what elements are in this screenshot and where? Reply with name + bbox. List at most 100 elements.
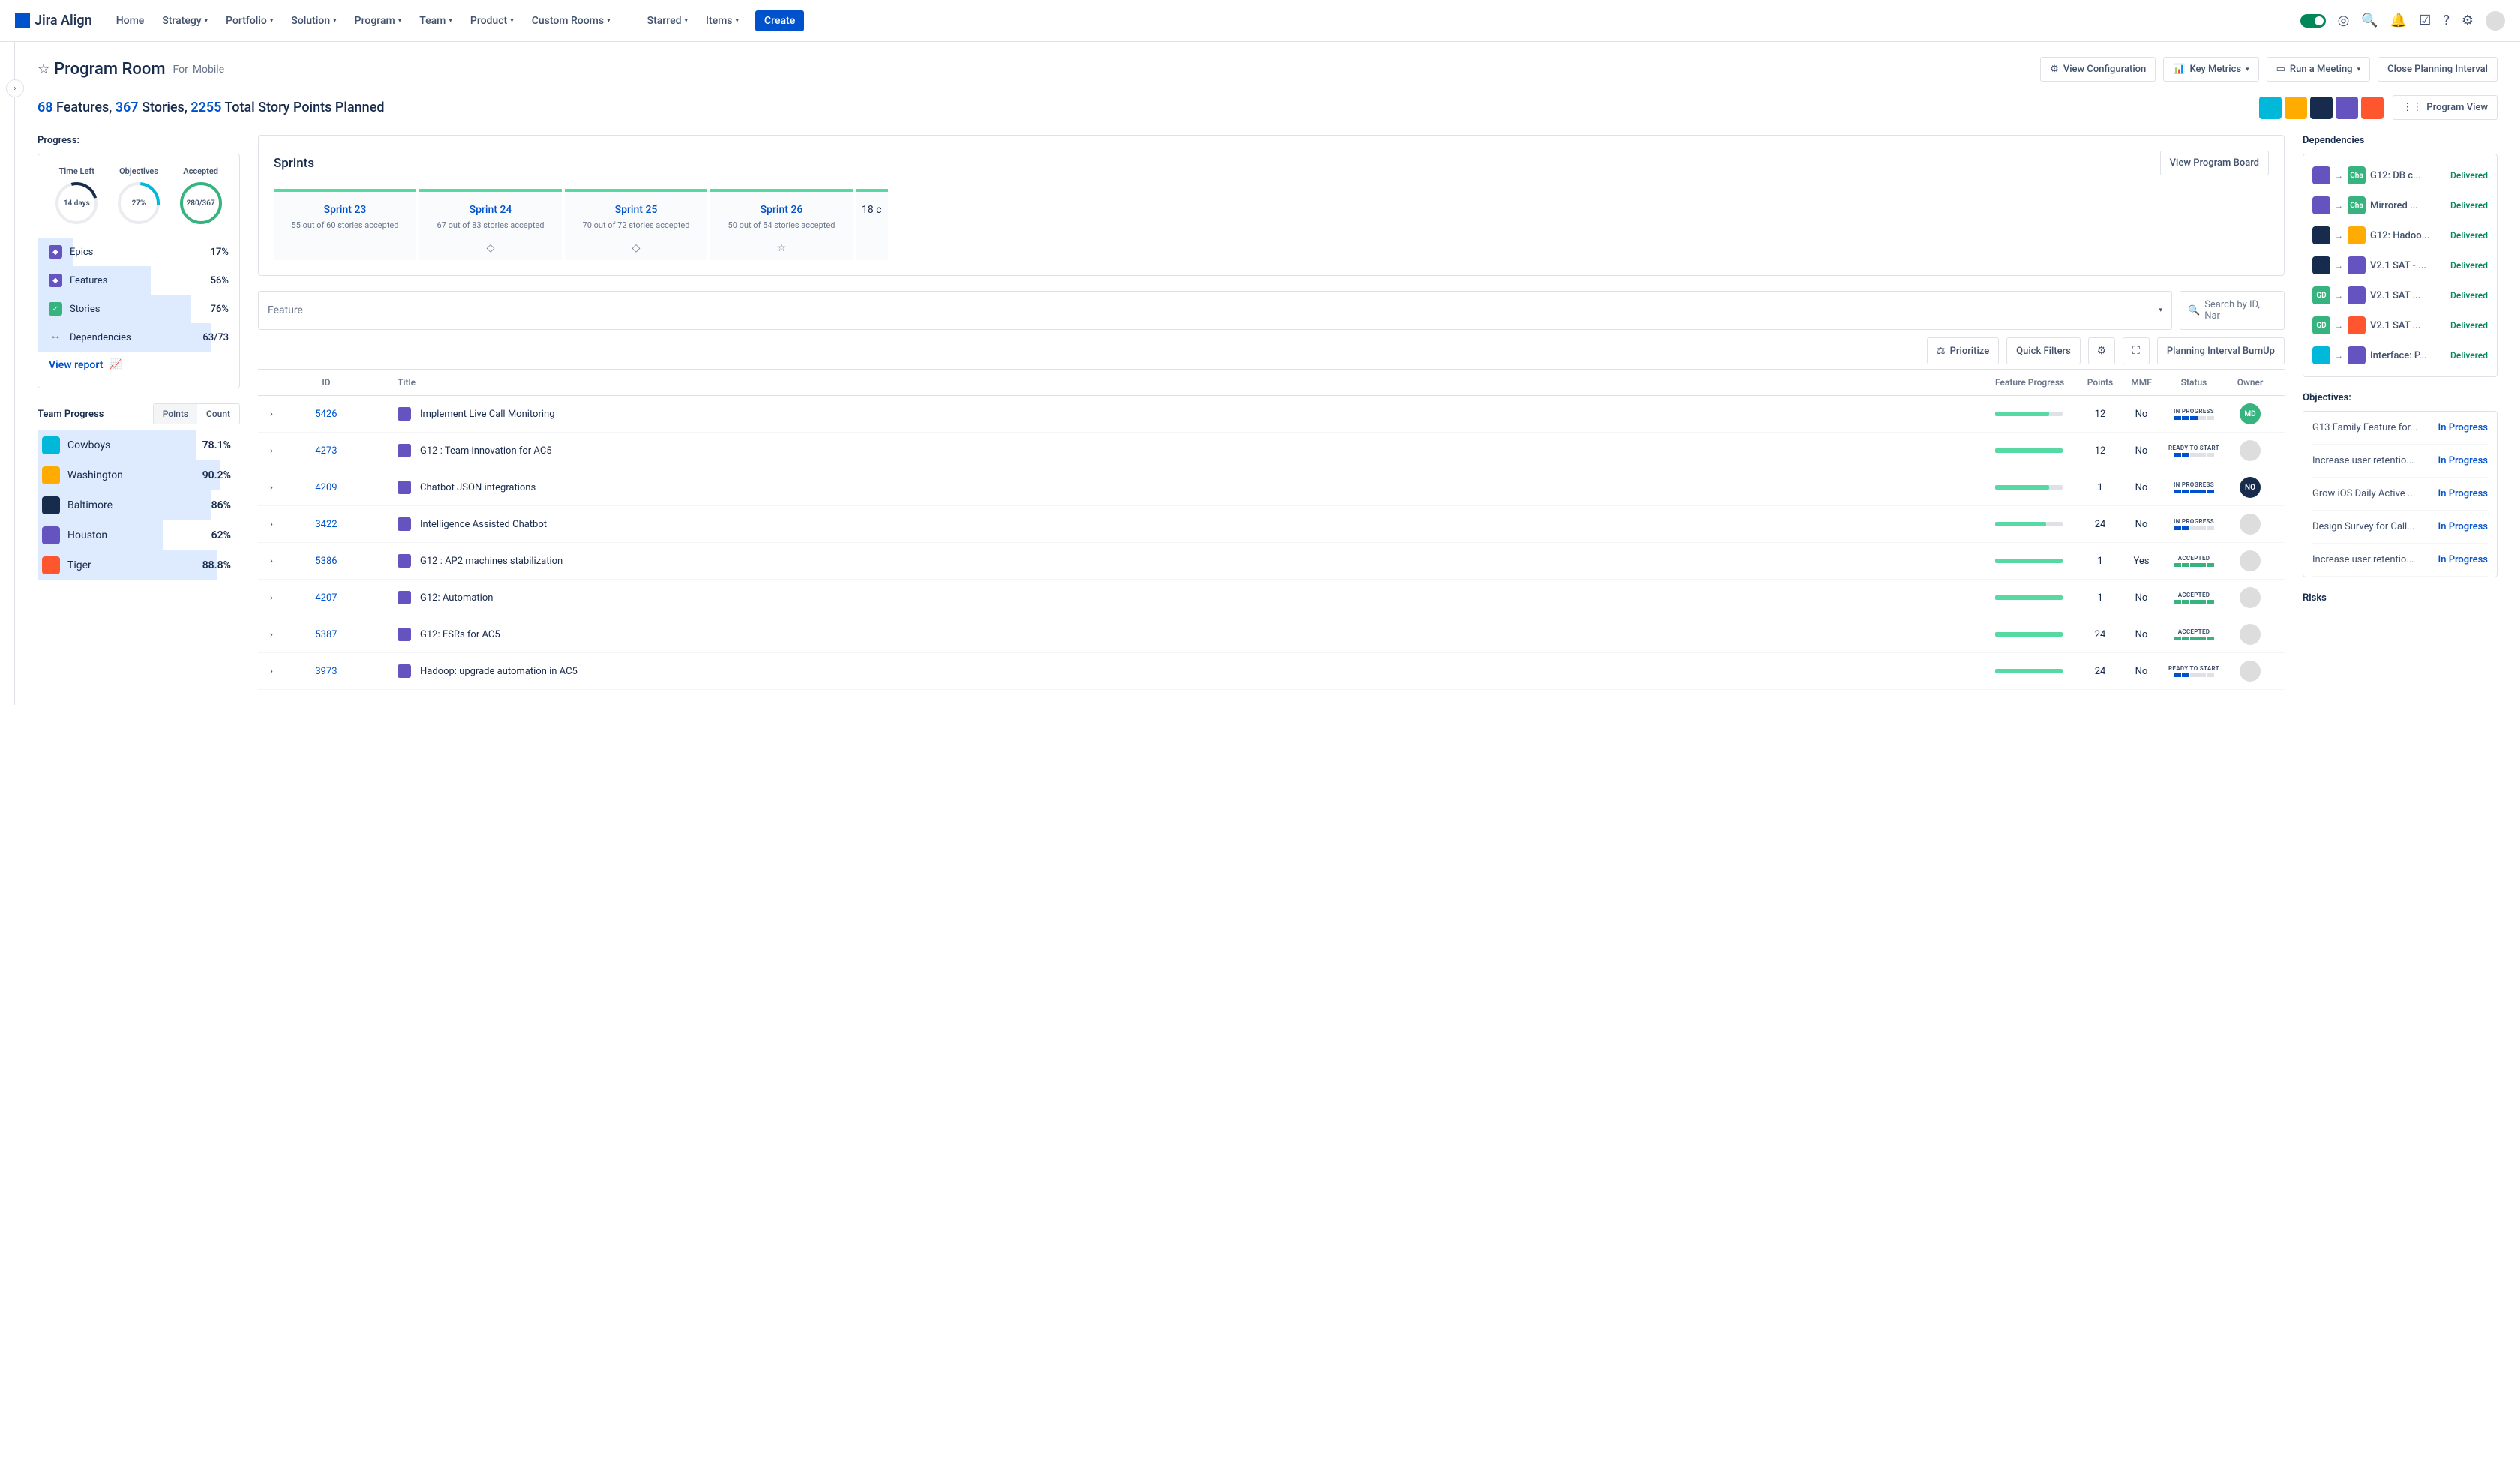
row-id-link[interactable]: 5386 (292, 556, 360, 567)
row-id-link[interactable]: 5387 (292, 629, 360, 640)
sprint-column[interactable]: Sprint 24 67 out of 83 stories accepted … (419, 189, 562, 260)
expand-sidebar-button[interactable]: › (6, 79, 24, 97)
expand-row-icon[interactable]: › (270, 592, 273, 604)
nav-home[interactable]: Home (109, 10, 152, 31)
dependency-row[interactable]: → G12: Hadoo... Delivered (2312, 220, 2488, 250)
dependency-row[interactable]: → Cha Mirrored ... Delivered (2312, 190, 2488, 220)
view-report-link[interactable]: View report📈 (38, 352, 239, 379)
search-input[interactable]: 🔍Search by ID, Nar (2180, 291, 2284, 330)
th-status[interactable]: Status (2160, 377, 2228, 388)
nav-custom-rooms[interactable]: Custom Rooms▾ (524, 10, 618, 31)
prioritize-button[interactable]: ⚖Prioritize (1927, 337, 1999, 364)
row-title[interactable]: Chatbot JSON integrations (420, 482, 536, 493)
expand-row-icon[interactable]: › (270, 409, 273, 420)
create-button[interactable]: Create (755, 10, 804, 31)
dependency-row[interactable]: GD → V2.1 SAT ... Delivered (2312, 310, 2488, 340)
feature-select[interactable]: Feature▾ (258, 291, 2172, 330)
row-id-link[interactable]: 4207 (292, 592, 360, 604)
nav-items[interactable]: Items▾ (698, 10, 746, 31)
team-row[interactable]: Washington 90.2% (38, 460, 240, 490)
quick-filters-button[interactable]: Quick Filters (2006, 337, 2080, 364)
th-id[interactable]: ID (292, 377, 360, 388)
expand-row-icon[interactable]: › (270, 556, 273, 567)
team-row[interactable]: Cowboys 78.1% (38, 430, 240, 460)
row-title[interactable]: G12 : Team innovation for AC5 (420, 445, 552, 457)
owner-avatar[interactable]: MD (2240, 403, 2260, 424)
sprint-link[interactable]: Sprint 24 (470, 204, 512, 216)
nav-strategy[interactable]: Strategy▾ (154, 10, 215, 31)
sprint-column[interactable]: Sprint 26 50 out of 54 stories accepted … (710, 189, 853, 260)
settings-icon[interactable]: ⚙ (2462, 13, 2474, 28)
row-id-link[interactable]: 4209 (292, 482, 360, 493)
row-id-link[interactable]: 5426 (292, 409, 360, 420)
stories-count[interactable]: 367 (116, 100, 139, 115)
features-count[interactable]: 68 (38, 100, 53, 115)
run-meeting-button[interactable]: ▭Run a Meeting▾ (2266, 57, 2371, 82)
sprint-column[interactable]: Sprint 25 70 out of 72 stories accepted … (565, 189, 707, 260)
nav-team[interactable]: Team▾ (412, 10, 460, 31)
th-points[interactable]: Points (2078, 377, 2122, 388)
progress-row-features[interactable]: ◆ Features 56% (38, 266, 239, 295)
objective-row[interactable]: Increase user retentio... In Progress (2312, 544, 2488, 577)
settings-icon-button[interactable]: ⚙ (2088, 337, 2115, 364)
team-row[interactable]: Houston 62% (38, 520, 240, 550)
objective-row[interactable]: Increase user retentio... In Progress (2312, 445, 2488, 478)
row-title[interactable]: Intelligence Assisted Chatbot (420, 519, 547, 530)
toggle-switch[interactable] (2300, 14, 2326, 28)
team-icon-baltimore[interactable] (2310, 97, 2332, 119)
sprint-link[interactable]: Sprint 25 (615, 204, 658, 216)
tab-points[interactable]: Points (154, 404, 197, 424)
view-program-board-button[interactable]: View Program Board (2160, 151, 2269, 175)
dependency-row[interactable]: → Cha G12: DB c... Delivered (2312, 160, 2488, 190)
nav-product[interactable]: Product▾ (463, 10, 521, 31)
checkbox-icon[interactable]: ☑ (2419, 13, 2431, 28)
dependency-row[interactable]: → Interface: P... Delivered (2312, 340, 2488, 370)
program-view-button[interactable]: ⋮⋮Program View (2392, 95, 2498, 120)
expand-row-icon[interactable]: › (270, 445, 273, 457)
objective-row[interactable]: G13 Family Feature for... In Progress (2312, 412, 2488, 445)
page-context[interactable]: Mobile (193, 64, 224, 76)
owner-avatar[interactable] (2240, 514, 2260, 535)
owner-avatar[interactable] (2240, 587, 2260, 608)
row-id-link[interactable]: 4273 (292, 445, 360, 457)
burnup-button[interactable]: Planning Interval BurnUp (2157, 337, 2284, 364)
expand-row-icon[interactable]: › (270, 666, 273, 677)
nav-starred[interactable]: Starred▾ (640, 10, 695, 31)
row-title[interactable]: Hadoop: upgrade automation in AC5 (420, 666, 578, 677)
nav-portfolio[interactable]: Portfolio▾ (218, 10, 280, 31)
progress-row-dependencies[interactable]: ⊶ Dependencies 63/73 (38, 323, 239, 352)
nav-solution[interactable]: Solution▾ (284, 10, 344, 31)
row-id-link[interactable]: 3422 (292, 519, 360, 530)
row-title[interactable]: Implement Live Call Monitoring (420, 409, 555, 420)
th-title[interactable]: Title (360, 377, 1995, 388)
row-title[interactable]: G12 : AP2 machines stabilization (420, 556, 562, 567)
objective-row[interactable]: Design Survey for Call... In Progress (2312, 511, 2488, 544)
th-progress[interactable]: Feature Progress (1995, 377, 2078, 388)
owner-avatar[interactable] (2240, 440, 2260, 461)
help-icon[interactable]: ? (2443, 13, 2450, 28)
team-icon-washington[interactable] (2284, 97, 2307, 119)
team-row[interactable]: Baltimore 86% (38, 490, 240, 520)
sprint-link[interactable]: Sprint 26 (760, 204, 803, 216)
close-planning-interval-button[interactable]: Close Planning Interval (2378, 57, 2498, 82)
search-icon[interactable]: 🔍 (2361, 13, 2378, 28)
notification-icon[interactable]: 🔔 (2390, 13, 2407, 28)
expand-icon-button[interactable]: ⛶ (2122, 337, 2150, 364)
dependency-row[interactable]: → V2.1 SAT - ... Delivered (2312, 250, 2488, 280)
sprint-link[interactable]: Sprint 23 (324, 204, 367, 216)
points-count[interactable]: 2255 (190, 100, 221, 115)
th-mmf[interactable]: MMF (2122, 377, 2160, 388)
row-title[interactable]: G12: Automation (420, 592, 493, 604)
team-icon-tiger[interactable] (2361, 97, 2384, 119)
row-id-link[interactable]: 3973 (292, 666, 360, 677)
team-icon-houston[interactable] (2336, 97, 2358, 119)
nav-program[interactable]: Program▾ (347, 10, 410, 31)
star-icon[interactable]: ☆ (38, 61, 50, 77)
sprint-column[interactable]: Sprint 23 55 out of 60 stories accepted (274, 189, 416, 260)
owner-avatar[interactable]: NO (2240, 477, 2260, 498)
team-row[interactable]: Tiger 88.8% (38, 550, 240, 580)
sprint-column-more[interactable]: 18 c (856, 189, 888, 260)
owner-avatar[interactable] (2240, 624, 2260, 645)
user-avatar[interactable] (2486, 11, 2505, 31)
progress-row-stories[interactable]: ✓ Stories 76% (38, 295, 239, 323)
